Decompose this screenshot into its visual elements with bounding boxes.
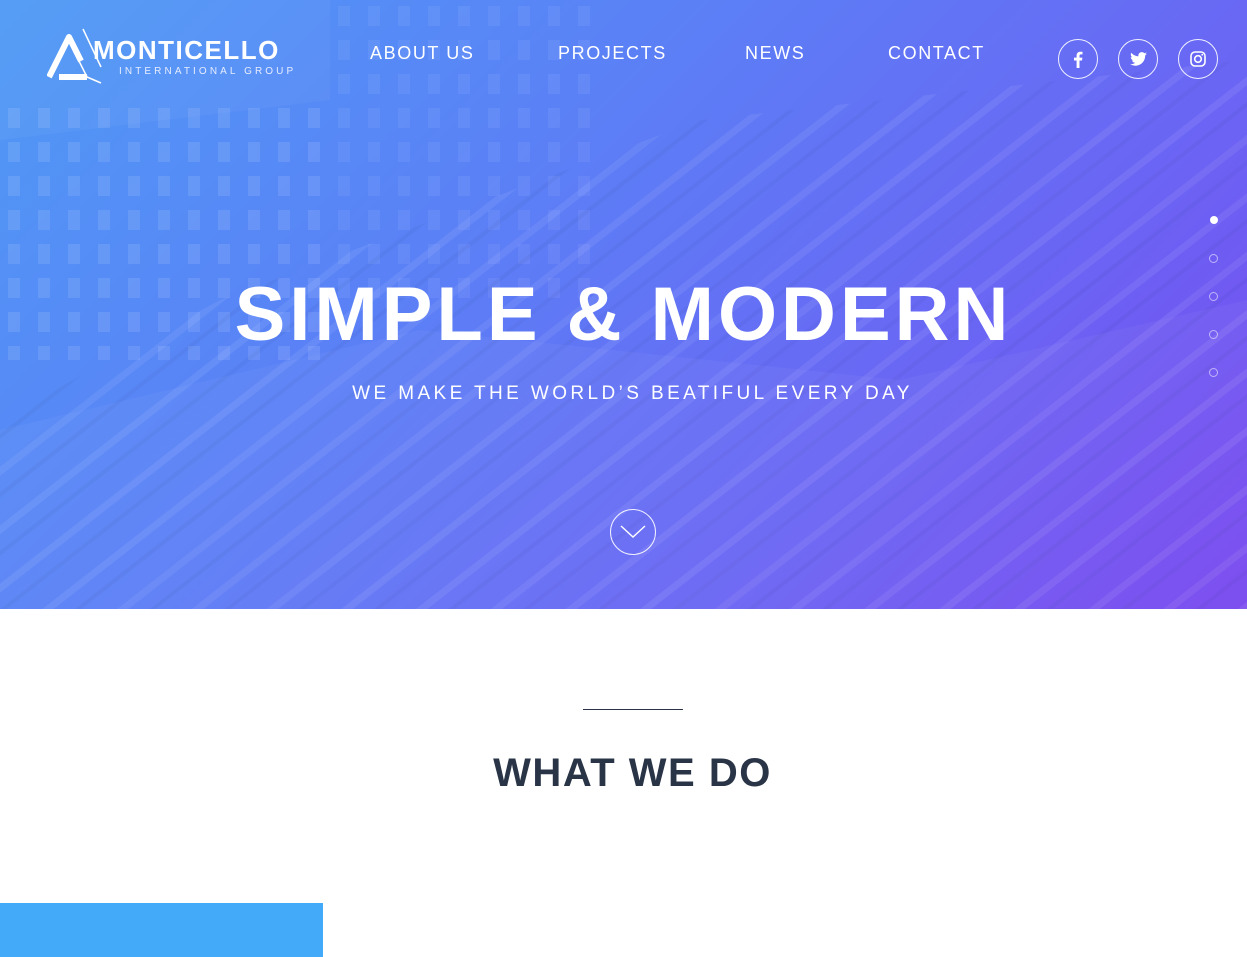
service-card: [0, 903, 323, 957]
brand-tagline: INTERNATIONAL GROUP: [119, 66, 297, 77]
facebook-icon: [1074, 51, 1083, 68]
slide-dot-1[interactable]: [1210, 216, 1218, 224]
instagram-button[interactable]: [1178, 39, 1218, 79]
section-divider: [583, 709, 683, 710]
facebook-button[interactable]: [1058, 39, 1098, 79]
hero-title: SIMPLE & MODERN: [234, 272, 1013, 357]
slide-dot-2[interactable]: [1209, 254, 1218, 263]
nav-item-contact[interactable]: CONTACT: [888, 42, 985, 64]
hero-section: MONTICELLO INTERNATIONAL GROUP ABOUT US …: [0, 0, 1247, 609]
instagram-icon: [1190, 51, 1206, 67]
chevron-down-icon: [620, 525, 646, 538]
hero-subtitle: WE MAKE THE WORLD’S BEATIFUL EVERY DAY: [352, 383, 913, 404]
twitter-button[interactable]: [1118, 39, 1158, 79]
section-title: WHAT WE DO: [493, 751, 772, 795]
nav-item-projects[interactable]: PROJECTS: [558, 42, 667, 64]
slide-dot-5[interactable]: [1209, 368, 1218, 377]
nav-item-news[interactable]: NEWS: [745, 42, 805, 64]
scroll-down-button[interactable]: [610, 509, 656, 555]
nav-item-about-us[interactable]: ABOUT US: [370, 42, 475, 64]
brand-logo[interactable]: MONTICELLO INTERNATIONAL GROUP: [47, 27, 293, 85]
twitter-icon: [1129, 52, 1147, 66]
brand-name: MONTICELLO: [93, 35, 280, 65]
